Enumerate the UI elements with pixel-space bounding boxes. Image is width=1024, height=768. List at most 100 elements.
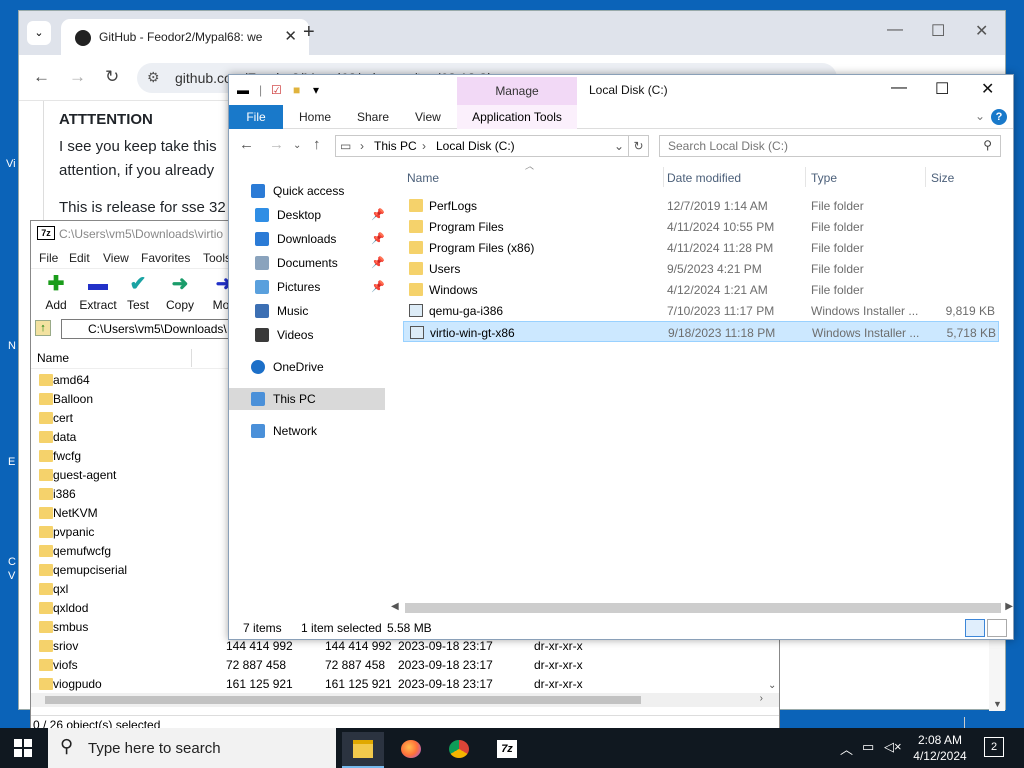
file-row[interactable]: PerfLogs 12/7/2019 1:14 AM File folder [403, 195, 999, 216]
column-divider[interactable] [191, 349, 192, 367]
nav-item[interactable]: Pictures 📌 [229, 276, 385, 298]
nav-item[interactable]: Quick access [229, 180, 385, 202]
column-date-modified[interactable]: Date modified [667, 171, 741, 185]
file-row[interactable]: virtio-win-gt-x86 9/18/2023 11:18 PM Windo… [403, 321, 999, 342]
properties-icon[interactable]: ☑ [271, 83, 282, 97]
scroll-thumb[interactable] [45, 696, 641, 704]
nav-item[interactable]: OneDrive [229, 356, 385, 378]
file-row[interactable]: Program Files 4/11/2024 10:55 PM File fold… [403, 216, 999, 237]
reload-icon[interactable]: ↻ [105, 67, 119, 87]
scroll-right-icon[interactable]: › [760, 693, 763, 704]
maximize-icon[interactable]: ☐ [931, 21, 945, 41]
tab-manage[interactable]: Manage [457, 77, 577, 105]
menu-file[interactable]: File [39, 251, 58, 265]
menu-view[interactable]: View [103, 251, 129, 265]
file-row[interactable]: Users 9/5/2023 4:21 PM File folder [403, 258, 999, 279]
desktop-icon-label[interactable]: V [8, 570, 15, 582]
nav-item[interactable]: Videos [229, 324, 385, 346]
new-tab-button[interactable]: + [303, 21, 315, 44]
column-divider[interactable] [805, 167, 806, 187]
scroll-thumb[interactable] [405, 603, 1001, 613]
path-text: C:\Users\vm5\Downloads\ [88, 322, 227, 336]
toolbar-button[interactable]: ➜ Copy [155, 273, 205, 312]
file-row[interactable]: Program Files (x86) 4/11/2024 11:28 PM Fil… [403, 237, 999, 258]
start-button[interactable] [14, 739, 32, 757]
file-row[interactable]: Windows 4/12/2024 1:21 AM File folder [403, 279, 999, 300]
browser-tab[interactable]: GitHub - Feodor2/Mypal68: we ✕ [61, 19, 309, 55]
breadcrumb-local-disk[interactable]: Local Disk (C:) [436, 139, 515, 153]
maximize-icon[interactable]: ☐ [935, 79, 949, 99]
tab-home[interactable]: Home [299, 110, 331, 124]
minimize-icon[interactable]: — [891, 79, 907, 97]
large-icons-view-icon[interactable] [987, 619, 1007, 637]
clock[interactable]: 2:08 AM 4/12/2024 [908, 732, 972, 764]
up-icon[interactable]: ↑ [313, 136, 321, 153]
new-folder-icon[interactable]: ■ [293, 83, 300, 97]
menu-tools[interactable]: Tools [203, 251, 231, 265]
refresh-button[interactable]: ↻ [629, 135, 649, 157]
nav-item[interactable]: This PC [229, 388, 385, 410]
scroll-down-icon[interactable]: ⌄ [768, 680, 776, 691]
tab-file[interactable]: File [229, 105, 283, 129]
column-name[interactable]: Name [407, 171, 439, 185]
expand-ribbon-icon[interactable]: ⌄ [975, 109, 985, 123]
scroll-right-icon[interactable]: ▶ [1005, 601, 1013, 612]
firefox-icon[interactable] [390, 732, 432, 768]
address-bar[interactable]: ▭ › This PC › Local Disk (C:) ⌄ [335, 135, 629, 157]
show-hidden-icons-icon[interactable]: ︿ [840, 739, 853, 758]
desktop-icon-label[interactable]: Vi [6, 158, 16, 170]
file-explorer-icon[interactable] [342, 732, 384, 768]
horizontal-scrollbar[interactable]: ◀ ▶ [389, 601, 1015, 615]
volume-muted-icon[interactable]: ◁× [884, 739, 902, 755]
site-info-icon[interactable]: ⚙ [147, 69, 160, 86]
forward-icon[interactable]: → [269, 136, 284, 153]
nav-item[interactable]: Music [229, 300, 385, 322]
column-name[interactable]: Name [37, 351, 69, 365]
column-divider[interactable] [925, 167, 926, 187]
menu-edit[interactable]: Edit [69, 251, 90, 265]
scroll-down-icon[interactable]: ▼ [993, 699, 1002, 709]
chevron-right-icon[interactable]: › [422, 139, 426, 153]
nav-item[interactable]: Desktop 📌 [229, 204, 385, 226]
table-row[interactable]: viogpudo 161 125 921 161 125 921 2023-09-18… [31, 675, 766, 694]
back-icon[interactable]: ← [33, 67, 50, 87]
7zip-icon[interactable]: 7z [486, 732, 528, 768]
desktop-icon-label[interactable]: N [8, 340, 16, 352]
minimize-icon[interactable]: — [887, 21, 903, 39]
menu-favorites[interactable]: Favorites [141, 251, 190, 265]
table-row[interactable]: viofs 72 887 458 72 887 458 2023-09-18 23:1… [31, 656, 766, 675]
column-divider[interactable] [663, 167, 664, 187]
scroll-left-icon[interactable]: ◀ [391, 601, 399, 612]
breadcrumb-this-pc[interactable]: This PC [374, 139, 417, 153]
chrome-icon[interactable] [438, 732, 480, 768]
search-input[interactable]: Search Local Disk (C:) ⚲ [659, 135, 1001, 157]
back-icon[interactable]: ← [239, 136, 254, 153]
nav-item[interactable]: Network [229, 420, 385, 442]
details-view-icon[interactable] [965, 619, 985, 637]
taskbar-search[interactable]: ⚲ Type here to search [48, 728, 336, 768]
horizontal-scrollbar[interactable]: › [31, 693, 779, 707]
nav-item[interactable]: Documents 📌 [229, 252, 385, 274]
column-size[interactable]: Size [931, 171, 954, 185]
tab-search-button[interactable]: ⌄ [27, 21, 51, 45]
file-row[interactable]: qemu-ga-i386 7/10/2023 11:17 PM Windows In… [403, 300, 999, 321]
forward-icon[interactable]: → [69, 67, 86, 87]
close-icon[interactable]: ✕ [981, 79, 994, 99]
nav-item[interactable]: Downloads 📌 [229, 228, 385, 250]
tab-share[interactable]: Share [357, 110, 389, 124]
close-tab-icon[interactable]: ✕ [284, 27, 297, 45]
chevron-right-icon[interactable]: › [360, 139, 364, 153]
recent-locations-icon[interactable]: ⌄ [293, 140, 301, 151]
tab-application-tools[interactable]: Application Tools [457, 105, 577, 129]
close-icon[interactable]: ✕ [975, 21, 988, 41]
desktop-icon-label[interactable]: E [8, 456, 15, 468]
network-icon[interactable]: ▭ [862, 739, 874, 755]
help-icon[interactable]: ? [991, 109, 1007, 125]
chevron-down-icon[interactable]: ⌄ [614, 139, 624, 153]
notifications-icon[interactable]: 2 [984, 737, 1004, 757]
column-type[interactable]: Type [811, 171, 837, 185]
tab-view[interactable]: View [415, 110, 441, 124]
desktop-icon-label[interactable]: C [8, 556, 16, 568]
folder-up-icon[interactable]: ↑ [35, 320, 51, 336]
customize-qat-icon[interactable]: ▾ [313, 83, 319, 97]
